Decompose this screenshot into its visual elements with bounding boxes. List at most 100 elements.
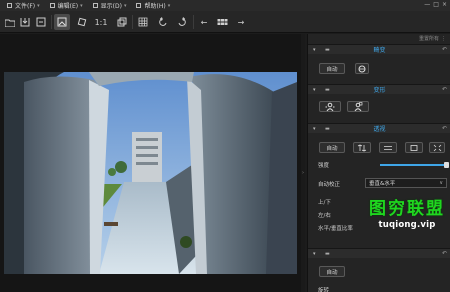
- person-face-icon: [354, 102, 363, 111]
- auto-correct-value: 垂直&水平: [369, 181, 396, 187]
- close-button[interactable]: ×: [442, 1, 447, 8]
- vertical-lines-icon: [357, 144, 367, 151]
- menu-help-label: 帮助(H): [144, 3, 166, 10]
- save-icon: [20, 18, 30, 27]
- toolbar: 1:1 ← →: [0, 11, 450, 33]
- auto-rotation-button[interactable]: 自动: [319, 266, 345, 277]
- compare-button[interactable]: [114, 14, 130, 30]
- frame-corners-icon: [410, 144, 418, 151]
- save-button[interactable]: [17, 14, 33, 30]
- menu-display-label: 显示(D): [100, 3, 122, 10]
- minimize-button[interactable]: —: [424, 1, 430, 8]
- reset-icon[interactable]: ↶: [442, 86, 447, 93]
- auto-rotation-label: 自动: [326, 269, 338, 276]
- arrow-right-icon: →: [237, 17, 245, 27]
- reset-icon[interactable]: ↶: [442, 125, 447, 132]
- grid-icon: [138, 17, 148, 27]
- section-distortion-header[interactable]: ▾ ▬ 畸变 ↶: [308, 44, 450, 54]
- menu-bar: 文件(F) ▾ 编辑(E) ▾ 显示(D) ▾ 帮助(H) ▾ — □ ×: [0, 0, 450, 11]
- section-perspective-header[interactable]: ▾ ▬ 透视 ↶: [308, 123, 450, 133]
- ratio-label: 水平/垂直比率: [318, 226, 353, 232]
- watermark-url: tuqiong.vip: [378, 220, 436, 230]
- toolbar-divider: [193, 15, 194, 29]
- image-icon: [57, 17, 67, 27]
- compare-icon: [117, 17, 127, 27]
- image-canvas[interactable]: [0, 34, 305, 292]
- rotate-left-button[interactable]: [155, 14, 171, 30]
- help-menu-icon: [136, 3, 142, 8]
- panel-top-bar: 重置所有 ⋮: [419, 35, 446, 43]
- photo-preview[interactable]: [4, 72, 297, 274]
- expand-arrows-icon: [433, 144, 441, 151]
- up-down-label: 上/下: [318, 200, 331, 206]
- auto-correct-select[interactable]: 垂直&水平 ∨: [365, 178, 447, 188]
- strength-slider-knob[interactable]: [444, 162, 449, 168]
- section-transform-header[interactable]: ▾ ▬ 变形 ↶: [308, 84, 450, 94]
- caret-down-icon: ▾: [123, 2, 127, 9]
- rotate-left-icon: [159, 17, 167, 26]
- caret-down-icon: ▾: [167, 2, 171, 9]
- lens-profile-button[interactable]: [355, 63, 369, 74]
- arrow-left-icon: ←: [200, 17, 208, 27]
- rotate-right-button[interactable]: [174, 14, 190, 30]
- menu-help[interactable]: 帮助(H) ▾: [136, 1, 170, 10]
- canvas-edge-strip: [301, 34, 305, 292]
- export-button[interactable]: [33, 14, 49, 30]
- open-folder-button[interactable]: [2, 14, 18, 30]
- zoom-1-1-button[interactable]: 1:1: [93, 14, 109, 30]
- section-distortion-title: 畸变: [373, 47, 386, 54]
- maximize-button[interactable]: □: [433, 1, 439, 8]
- export-icon: [36, 17, 46, 27]
- left-right-label: 左/右: [318, 213, 331, 219]
- auto-distortion-button[interactable]: 自动: [319, 63, 345, 74]
- reset-icon[interactable]: ↶: [442, 250, 447, 257]
- menu-edit[interactable]: 编辑(E) ▾: [49, 1, 83, 10]
- person-icon: [325, 102, 335, 111]
- person-correction-button-1[interactable]: [319, 101, 341, 112]
- window-controls: — □ ×: [424, 1, 447, 8]
- edit-menu-icon: [49, 3, 55, 8]
- toolbar-divider: [132, 15, 133, 29]
- grid-button[interactable]: [135, 14, 151, 30]
- auto-perspective-label: 自动: [326, 145, 338, 152]
- display-menu-icon: [92, 3, 98, 8]
- transform-tool-button[interactable]: [74, 14, 90, 30]
- adjustment-panel: 重置所有 ⋮ ▾ ▬ 畸变 ↶ 自动 ▾ ▬ 变形 ↶ ▾ ▬ 透视 ↶ 自动: [307, 34, 450, 292]
- section-rotation-header[interactable]: ▾ ▬ ↶: [308, 248, 450, 258]
- perspective-vertical-button[interactable]: [353, 142, 371, 153]
- chevron-down-icon: ▾: [313, 250, 316, 257]
- file-menu-icon: [7, 3, 12, 8]
- watermark-logo: 图穷联盟: [369, 199, 445, 219]
- menu-file[interactable]: 文件(F) ▾: [7, 1, 40, 10]
- perspective-horizontal-button[interactable]: [379, 142, 397, 153]
- next-image-button[interactable]: →: [233, 14, 249, 30]
- collapse-arrow-icon[interactable]: ›: [301, 170, 305, 176]
- zoom-1-1-label: 1:1: [94, 17, 108, 27]
- section-perspective-title: 透视: [373, 126, 386, 133]
- menu-display[interactable]: 显示(D) ▾: [92, 1, 127, 10]
- reset-icon[interactable]: ↶: [442, 46, 447, 53]
- open-folder-icon: [5, 19, 15, 27]
- person-correction-button-2[interactable]: [347, 101, 369, 112]
- panel-menu-icon[interactable]: ⋮: [441, 36, 446, 42]
- image-view-button[interactable]: [54, 14, 70, 30]
- section-transform-title: 变形: [373, 87, 386, 94]
- auto-perspective-button[interactable]: 自动: [319, 142, 345, 153]
- reset-all-label[interactable]: 重置所有: [419, 35, 439, 42]
- section-icon: ▬: [325, 250, 330, 257]
- filmstrip-icon: [217, 19, 227, 25]
- rotation-label: 旋转: [318, 288, 330, 292]
- perspective-free-button[interactable]: [429, 142, 445, 153]
- previous-image-button[interactable]: ←: [196, 14, 212, 30]
- filmstrip-button[interactable]: [214, 14, 230, 30]
- perspective-full-button[interactable]: [405, 142, 423, 153]
- rotate-tool-icon: [77, 17, 87, 27]
- auto-correct-label: 自动校正: [318, 182, 341, 188]
- building-photo-image: [4, 72, 297, 274]
- lens-icon: [358, 65, 366, 72]
- chevron-down-icon: ∨: [439, 180, 443, 186]
- strength-slider-fill: [380, 164, 444, 166]
- strength-label: 强度: [318, 163, 330, 169]
- horizontal-lines-icon: [384, 145, 392, 150]
- auto-distortion-label: 自动: [326, 66, 338, 73]
